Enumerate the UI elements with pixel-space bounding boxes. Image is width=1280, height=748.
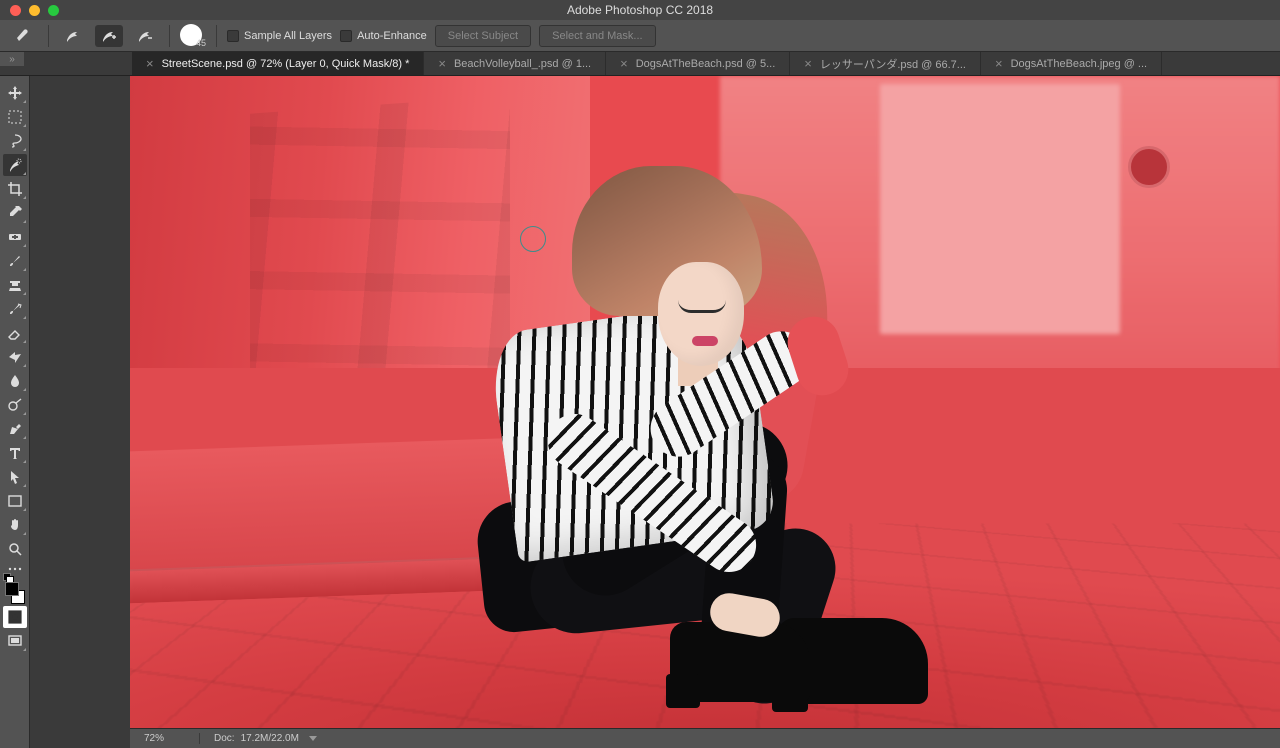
canvas-subject bbox=[390, 166, 910, 726]
sample-all-layers-label: Sample All Layers bbox=[244, 30, 332, 42]
brush-cursor-icon bbox=[520, 226, 546, 252]
current-tool-preset[interactable] bbox=[10, 25, 38, 47]
document-tab-label: DogsAtTheBeach.jpeg @ ... bbox=[1011, 58, 1148, 70]
screen-mode-button[interactable] bbox=[3, 630, 27, 652]
sample-all-layers-checkbox[interactable]: Sample All Layers bbox=[227, 30, 332, 42]
doc-label: Doc: bbox=[214, 733, 235, 744]
pen-tool[interactable] bbox=[3, 418, 27, 440]
blur-tool[interactable] bbox=[3, 370, 27, 392]
history-brush-tool[interactable] bbox=[3, 298, 27, 320]
window-close-button[interactable] bbox=[10, 5, 21, 16]
marquee-tool[interactable] bbox=[3, 106, 27, 128]
document-tab[interactable]: × DogsAtTheBeach.jpeg @ ... bbox=[981, 52, 1162, 75]
move-tool[interactable] bbox=[3, 82, 27, 104]
add-to-selection-mode[interactable] bbox=[95, 25, 123, 47]
default-colors-icon[interactable] bbox=[3, 573, 12, 582]
select-subject-button[interactable]: Select Subject bbox=[435, 25, 531, 47]
close-icon[interactable]: × bbox=[146, 56, 154, 71]
app-title: Adobe Photoshop CC 2018 bbox=[567, 3, 713, 17]
type-tool[interactable] bbox=[3, 442, 27, 464]
document-tab[interactable]: × レッサーパンダ.psd @ 66.7... bbox=[790, 52, 981, 75]
document-size-readout[interactable]: Doc: 17.2M/22.0M bbox=[200, 733, 317, 744]
gradient-tool[interactable] bbox=[3, 346, 27, 368]
eraser-tool[interactable] bbox=[3, 322, 27, 344]
document-tab-label: StreetScene.psd @ 72% (Layer 0, Quick Ma… bbox=[162, 58, 410, 70]
options-bar: 45 Sample All Layers Auto-Enhance Select… bbox=[0, 20, 1280, 52]
quick-selection-tool[interactable] bbox=[3, 154, 27, 176]
quick-mask-toggle[interactable] bbox=[3, 606, 27, 628]
window-minimize-button[interactable] bbox=[29, 5, 40, 16]
clone-stamp-tool[interactable] bbox=[3, 274, 27, 296]
tools-panel bbox=[0, 76, 30, 748]
document-tab[interactable]: × DogsAtTheBeach.psd @ 5... bbox=[606, 52, 790, 75]
document-tab-label: BeachVolleyball_.psd @ 1... bbox=[454, 58, 591, 70]
subtract-from-selection-mode[interactable] bbox=[131, 25, 159, 47]
color-swatches[interactable] bbox=[3, 582, 27, 604]
hand-tool[interactable] bbox=[3, 514, 27, 536]
dodge-tool[interactable] bbox=[3, 394, 27, 416]
zoom-tool[interactable] bbox=[3, 538, 27, 560]
document-tab-bar: × StreetScene.psd @ 72% (Layer 0, Quick … bbox=[0, 52, 1280, 76]
path-selection-tool[interactable] bbox=[3, 466, 27, 488]
zoom-level[interactable]: 72% bbox=[130, 733, 200, 744]
lasso-tool[interactable] bbox=[3, 130, 27, 152]
close-icon[interactable]: × bbox=[995, 56, 1003, 71]
close-icon[interactable]: × bbox=[804, 56, 812, 71]
document-canvas[interactable] bbox=[130, 76, 1280, 728]
auto-enhance-checkbox[interactable]: Auto-Enhance bbox=[340, 30, 427, 42]
window-titlebar: Adobe Photoshop CC 2018 bbox=[0, 0, 1280, 20]
select-and-mask-button[interactable]: Select and Mask... bbox=[539, 25, 656, 47]
document-tab[interactable]: × BeachVolleyball_.psd @ 1... bbox=[424, 52, 606, 75]
document-tab-label: レッサーパンダ.psd @ 66.7... bbox=[820, 56, 966, 72]
chevron-down-icon bbox=[309, 736, 317, 741]
document-tab-label: DogsAtTheBeach.psd @ 5... bbox=[636, 58, 776, 70]
foreground-color-swatch[interactable] bbox=[5, 582, 19, 596]
doc-size-value: 17.2M/22.0M bbox=[241, 733, 299, 744]
eyedropper-tool[interactable] bbox=[3, 202, 27, 224]
status-bar: 72% Doc: 17.2M/22.0M bbox=[130, 728, 1280, 748]
expand-panels-toggle[interactable] bbox=[0, 52, 24, 66]
document-tab[interactable]: × StreetScene.psd @ 72% (Layer 0, Quick … bbox=[132, 52, 424, 75]
close-icon[interactable]: × bbox=[620, 56, 628, 71]
auto-enhance-label: Auto-Enhance bbox=[357, 30, 427, 42]
new-selection-mode[interactable] bbox=[59, 25, 87, 47]
close-icon[interactable]: × bbox=[438, 56, 446, 71]
rectangle-tool[interactable] bbox=[3, 490, 27, 512]
window-zoom-button[interactable] bbox=[48, 5, 59, 16]
brush-tool[interactable] bbox=[3, 250, 27, 272]
healing-brush-tool[interactable] bbox=[3, 226, 27, 248]
brush-size-value: 45 bbox=[196, 38, 206, 48]
crop-tool[interactable] bbox=[3, 178, 27, 200]
